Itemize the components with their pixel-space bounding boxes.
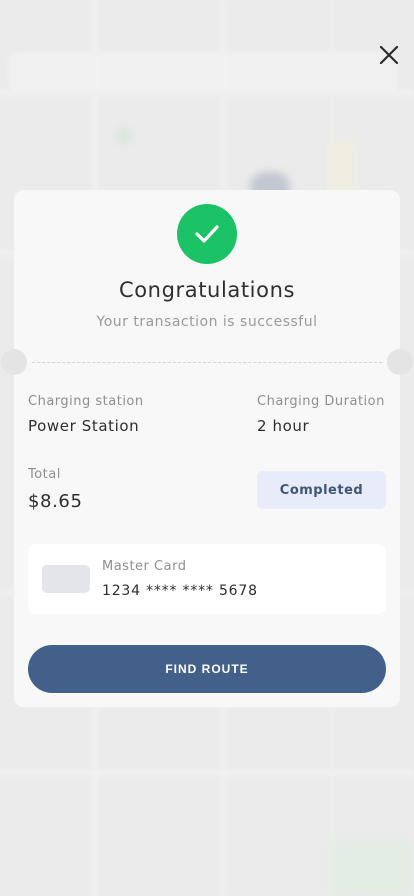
close-button[interactable] (374, 42, 404, 72)
transaction-receipt-card: Congratulations Your transaction is succ… (1, 190, 413, 707)
success-subtitle: Your transaction is successful (96, 314, 318, 330)
station-label: Charging station (28, 394, 144, 409)
ticket-divider (32, 362, 382, 363)
status-badge: Completed (257, 471, 386, 509)
card-name: Master Card (102, 559, 187, 574)
card-number: 1234 **** **** 5678 (102, 583, 258, 599)
duration-value: 2 hour (257, 417, 310, 435)
success-title: Congratulations (118, 278, 296, 302)
find-route-button[interactable]: FIND ROUTE (28, 645, 386, 693)
credit-card-icon (42, 565, 90, 593)
payment-method-box: Master Card 1234 **** **** 5678 (28, 544, 386, 614)
ticket-notch-right (387, 349, 413, 375)
close-icon (378, 44, 400, 70)
station-value: Power Station (28, 417, 140, 435)
total-value: $8.65 (28, 491, 83, 512)
total-label: Total (28, 467, 61, 482)
ticket-notch-left (1, 349, 27, 375)
duration-label: Charging Duration (257, 394, 385, 409)
check-circle-icon (177, 204, 237, 264)
